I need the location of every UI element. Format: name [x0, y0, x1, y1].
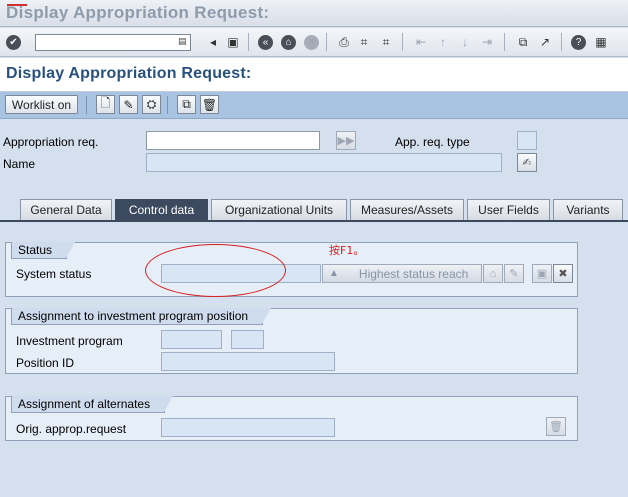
tab-variants[interactable]: Variants: [553, 199, 623, 220]
layout-icon[interactable]: ▦: [592, 33, 610, 51]
long-text-icon[interactable]: ✍: [517, 153, 537, 172]
copy-icon[interactable]: ⧉: [177, 95, 196, 114]
save-icon[interactable]: ▣: [224, 33, 242, 51]
name-field: [146, 153, 502, 172]
tab-control-data[interactable]: Control data: [115, 199, 208, 220]
status-history-icon[interactable]: ⌂: [483, 264, 503, 283]
position-id-label: Position ID: [16, 356, 75, 370]
page-title: Display Appropriation Request:: [6, 65, 252, 82]
appropriation-req-input[interactable]: [146, 131, 320, 150]
help-icon[interactable]: ?: [571, 35, 586, 50]
investment-program-group-title: Assignment to investment program positio…: [11, 308, 272, 325]
approval-year-field: [231, 330, 264, 349]
find-next-icon[interactable]: ⌗: [377, 33, 395, 51]
worklist-button[interactable]: Worklist on: [5, 95, 78, 114]
execute-icon[interactable]: ▶▶: [336, 131, 356, 150]
window-titlebar: Display Appropriation Request:: [0, 0, 628, 27]
command-field[interactable]: ▤: [35, 34, 191, 51]
new-session-icon[interactable]: ⧉: [514, 33, 532, 51]
page-header: Display Appropriation Request:: [0, 58, 628, 92]
check-icon[interactable]: ✔: [6, 35, 21, 50]
orig-approp-request-label: Orig. approp.request: [16, 422, 127, 436]
investment-program-label: Investment program: [16, 334, 123, 348]
print-icon[interactable]: ⎙: [335, 33, 353, 51]
annotation-ellipse: [145, 244, 286, 297]
tab-strip: General Data Control data Organizational…: [0, 198, 628, 220]
application-toolbar: Worklist on 🗋 ✎ ⛭ ⧉ 🗑: [0, 92, 628, 119]
trash-icon[interactable]: 🗑: [546, 417, 566, 436]
exit-icon[interactable]: ⌂: [281, 35, 296, 50]
annotation-note: 按F1。: [329, 244, 365, 257]
tab-measures-assets[interactable]: Measures/Assets: [350, 199, 464, 220]
app-req-type-label: App. req. type: [395, 135, 470, 149]
unlock-icon[interactable]: ✖: [553, 264, 573, 283]
tab-organizational-units[interactable]: Organizational Units: [211, 199, 347, 220]
appropriation-req-label: Appropriation req.: [3, 135, 99, 149]
back-icon[interactable]: ◂: [204, 33, 222, 51]
tab-user-fields[interactable]: User Fields: [467, 199, 550, 220]
orig-approp-request-field: [161, 418, 335, 437]
standard-toolbar: ✔ ▤ ◂ ▣ « ⌂ ✕ ⎙ ⌗ ⌗ ⇤ ↑ ↓ ⇥ ⧉ ↗ ? ▦: [0, 28, 628, 57]
window-title: Display Appropriation Request:: [6, 3, 270, 22]
shortcut-icon[interactable]: ↗: [536, 33, 554, 51]
find-icon[interactable]: ⌗: [355, 33, 373, 51]
delete-icon[interactable]: 🗑: [200, 95, 219, 114]
status-edit-icon[interactable]: ✎: [504, 264, 524, 283]
position-id-field: [161, 352, 335, 371]
change-icon[interactable]: ✎: [119, 95, 138, 114]
first-page-icon[interactable]: ⇤: [412, 33, 430, 51]
command-dropdown-icon[interactable]: ▤: [178, 36, 188, 49]
investment-program-group: Assignment to investment program positio…: [5, 308, 578, 374]
lock-icon[interactable]: ▣: [532, 264, 552, 283]
next-page-icon[interactable]: ↓: [456, 33, 474, 51]
alternates-group: Assignment of alternates Orig. approp.re…: [5, 396, 578, 441]
tab-general-data[interactable]: General Data: [20, 199, 112, 220]
highest-status-button[interactable]: ▲ Highest status reach: [322, 264, 482, 283]
cancel-icon[interactable]: ✕: [304, 35, 319, 50]
name-label: Name: [3, 157, 36, 171]
highest-status-label: Highest status reach: [358, 266, 469, 281]
previous-page-icon[interactable]: ↑: [434, 33, 452, 51]
status-group-title: Status: [11, 242, 76, 259]
display-icon[interactable]: ⛭: [142, 95, 161, 114]
last-page-icon[interactable]: ⇥: [478, 33, 496, 51]
triangle-up-icon: ▲: [329, 268, 339, 279]
alternates-group-title: Assignment of alternates: [11, 396, 174, 413]
back-arrow-icon[interactable]: «: [258, 35, 273, 50]
investment-program-field: [161, 330, 222, 349]
status-group: Status System status ▲ Highest status re…: [5, 242, 578, 297]
system-status-label: System status: [16, 267, 92, 281]
app-req-type-field: [517, 131, 537, 150]
create-icon[interactable]: 🗋: [96, 95, 115, 114]
tab-underline: [0, 220, 628, 222]
